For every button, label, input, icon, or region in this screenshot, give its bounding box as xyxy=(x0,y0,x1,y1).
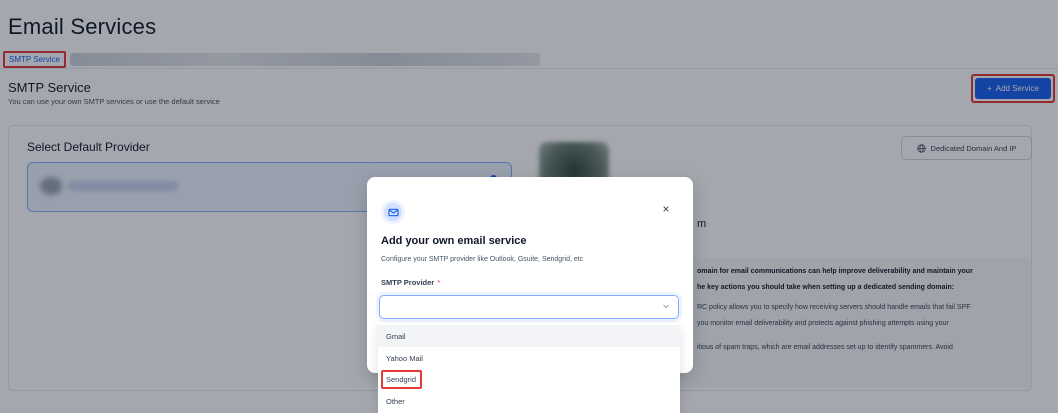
smtp-provider-select[interactable] xyxy=(379,295,679,319)
dropdown-option-label: Gmail xyxy=(386,331,406,341)
mail-icon xyxy=(381,200,405,224)
close-icon[interactable]: × xyxy=(660,203,672,215)
modal-subtitle: Configure your SMTP provider like Outloo… xyxy=(381,256,584,263)
modal-title: Add your own email service xyxy=(381,235,527,247)
dropdown-option-label: Other xyxy=(386,396,405,406)
dropdown-option-label: Yahoo Mail xyxy=(386,353,423,363)
smtp-provider-label: SMTP Provider * xyxy=(381,278,440,287)
required-mark: * xyxy=(437,278,441,287)
dropdown-option-label: Sendgrid xyxy=(381,369,423,389)
smtp-provider-dropdown: Gmail Yahoo Mail Sendgrid Other xyxy=(378,323,680,413)
smtp-provider-label-text: SMTP Provider xyxy=(381,278,435,287)
chevron-down-icon xyxy=(663,304,669,309)
dropdown-option-yahoo-mail[interactable]: Yahoo Mail xyxy=(378,347,680,369)
dropdown-option-sendgrid[interactable]: Sendgrid xyxy=(378,368,680,390)
dropdown-option-other[interactable]: Other xyxy=(378,390,680,412)
dropdown-option-gmail[interactable]: Gmail xyxy=(378,325,680,347)
